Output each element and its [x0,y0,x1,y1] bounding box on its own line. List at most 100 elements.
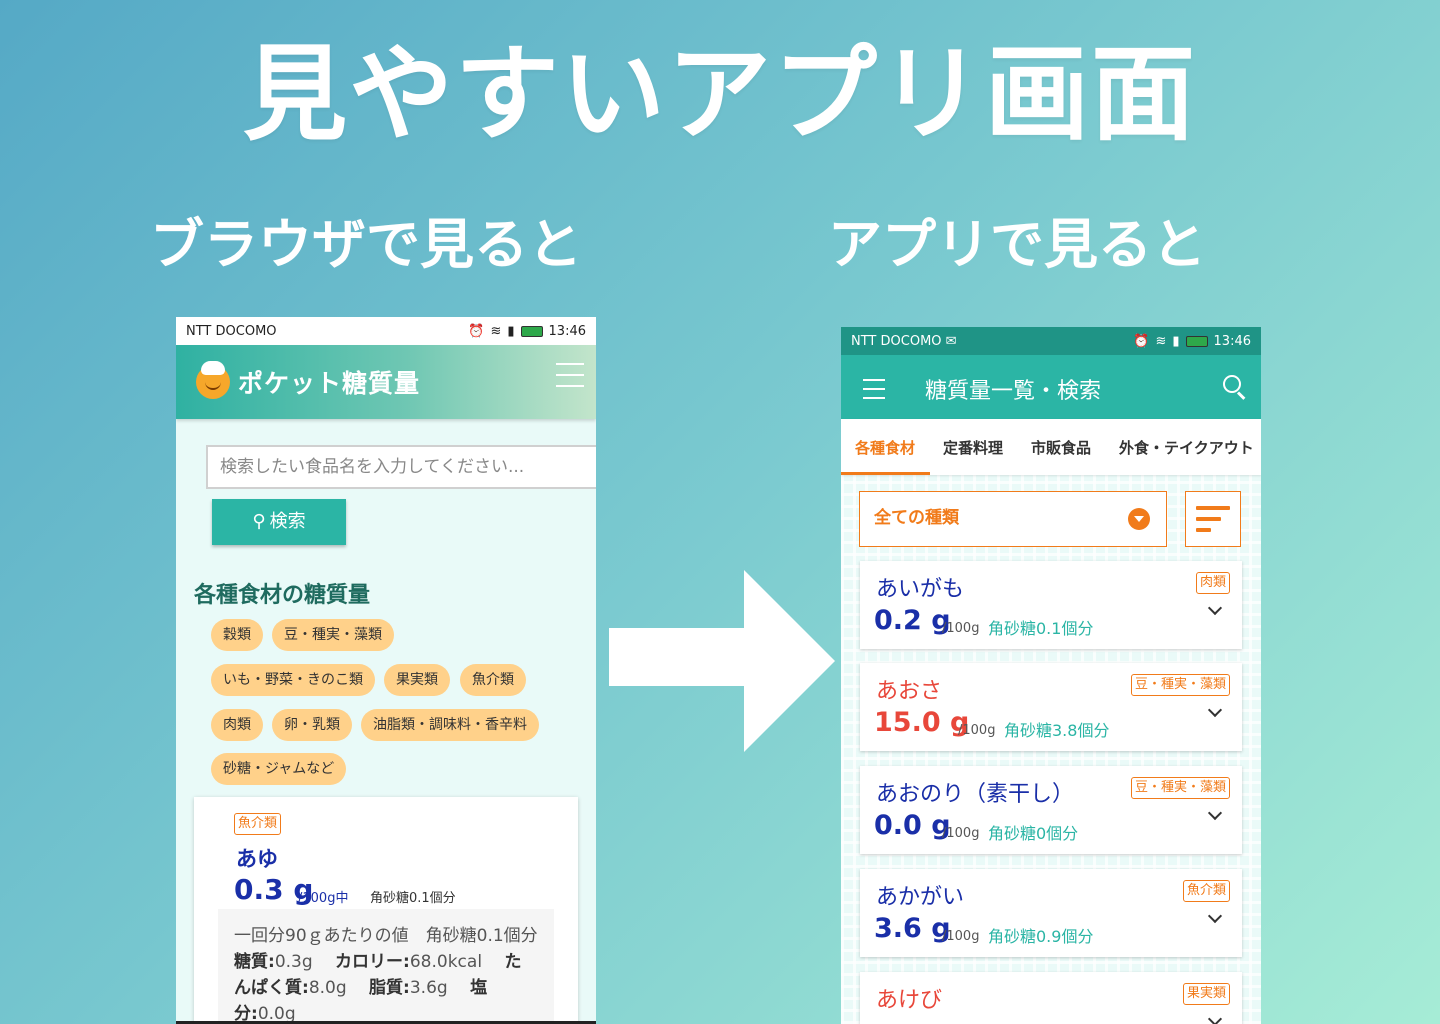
section-title: 各種食材の糖質量 [194,583,371,608]
carb-label: 糖質: [234,952,275,972]
category-tag: 魚介類 [234,813,282,835]
chevron-down-icon[interactable] [1207,702,1223,718]
category-chip[interactable]: いも・野菜・きのこ類 [211,664,375,696]
nutrition-detail: 一回分90ｇあたりの値 角砂糖0.1個分 糖質:0.3g カロリー:68.0kc… [218,909,554,1024]
signal-icon: ▮ [507,323,515,339]
carb-value: 0.2 g [874,605,951,636]
serving-line: 一回分90ｇあたりの値 角砂糖0.1個分 [234,926,538,946]
sugar-cubes: 角砂糖3.8個分 [1004,721,1110,740]
search-input[interactable]: 検索したい食品名を入力してください... [206,445,596,489]
calorie-label: カロリー: [335,952,410,972]
sort-icon [1196,517,1221,521]
search-icon: ⚲ [252,511,266,532]
food-name: あいがも [876,577,965,602]
category-chip[interactable]: 肉類 [211,709,263,741]
food-card[interactable]: あけび 果実類 [860,972,1242,1024]
brand-name[interactable]: ポケット糖質量 [238,364,420,400]
wifi-icon: ≋ [1155,333,1167,349]
carb-value: 3.6 g [874,913,951,944]
chevron-down-icon[interactable] [1207,805,1223,821]
status-bar: NTT DOCOMO ✉ ⏰ ≋ ▮ 13:46 [841,327,1261,355]
menu-icon[interactable] [556,363,584,387]
app-screenshot: NTT DOCOMO ✉ ⏰ ≋ ▮ 13:46 糖質量一覧・検索 各種食材 定… [841,327,1261,1024]
right-caption: アプリで見ると [828,213,1206,276]
carrier-label: NTT DOCOMO [851,333,942,349]
sort-icon [1196,506,1230,510]
left-caption: ブラウザで見ると [150,213,582,276]
search-icon[interactable] [1223,375,1241,393]
sort-button[interactable] [1185,491,1241,547]
nutrition-line: 糖質:0.3g カロリー:68.0kcal たんぱく質:8.0g 脂質:3.6g… [234,949,538,1024]
alarm-icon: ⏰ [468,323,485,339]
wifi-icon: ≋ [490,323,502,339]
search-button[interactable]: ⚲ 検索 [212,499,346,545]
category-chip[interactable]: 油脂類・調味料・香辛料 [361,709,539,741]
menu-icon[interactable] [863,379,885,399]
mail-icon: ✉ [945,333,957,349]
food-name: あかがい [876,885,965,910]
carb-unit: /100g [942,929,980,944]
category-tag: 果実類 [1182,983,1230,1005]
search-button-label: 検索 [269,511,306,532]
status-bar: NTT DOCOMO ⏰ ≋ ▮ 13:46 [176,317,596,345]
food-name: あゆ [236,847,278,871]
browser-screenshot: NTT DOCOMO ⏰ ≋ ▮ 13:46 ポケット糖質量 検索したい食品名を… [176,317,596,1024]
sugar-cubes: 角砂糖0.9個分 [988,927,1094,946]
category-chip[interactable]: 砂糖・ジャムなど [211,753,347,785]
chevron-down-icon[interactable] [1207,600,1223,616]
tab-bar: 各種食材 定番料理 市販食品 外食・テイクアウト [841,419,1261,475]
carb-unit: /100g [958,723,996,738]
category-filter-select[interactable]: 全ての種類 [859,491,1167,547]
food-card[interactable]: あいがも 0.2 g /100g 角砂糖0.1個分 肉類 [860,561,1242,649]
food-name: あけび [876,988,943,1013]
protein-amount: 8.0g [308,978,347,998]
clock: 13:46 [548,323,586,339]
carb-value: 0.0 g [874,810,951,841]
carb-unit: /100g [942,826,980,841]
fat-amount: 3.6g [409,978,448,998]
category-tag: 豆・種実・藻類 [1130,674,1230,696]
category-tag: 魚介類 [1182,880,1230,902]
carb-unit: /100g [942,621,980,636]
category-chip[interactable]: 穀類 [211,619,263,651]
food-name: あおさ [876,679,943,704]
food-card[interactable]: 魚介類 あゆ 0.3 g /100g中 角砂糖0.1個分 一回分90ｇあたりの値… [194,797,578,1024]
dropdown-icon [1128,508,1150,530]
category-chip[interactable]: 豆・種実・藻類 [272,619,394,651]
food-card[interactable]: あかがい 3.6 g /100g 角砂糖0.9個分 魚介類 [860,869,1242,957]
carb-amount: 0.3g [274,952,313,972]
category-chip[interactable]: 卵・乳類 [272,709,352,741]
site-header: ポケット糖質量 [176,345,596,419]
food-card[interactable]: あおのり（素干し） 0.0 g /100g 角砂糖0個分 豆・種実・藻類 [860,766,1242,854]
fat-label: 脂質: [369,978,410,998]
carrier-label: NTT DOCOMO [186,323,277,339]
tab-eating-out[interactable]: 外食・テイクアウト [1105,437,1254,458]
page-title: 糖質量一覧・検索 [925,379,1102,404]
sort-icon [1196,528,1211,532]
tab-indicator [841,472,930,475]
signal-icon: ▮ [1172,333,1180,349]
calorie-amount: 68.0kcal [409,952,483,972]
right-arrow-icon [609,570,835,752]
sugar-cubes: 角砂糖0個分 [988,824,1079,843]
battery-icon [520,325,543,337]
category-chip[interactable]: 果実類 [384,664,450,696]
sugar-cubes: 角砂糖0.1個分 [988,619,1094,638]
category-chip[interactable]: 魚介類 [460,664,526,696]
chevron-down-icon[interactable] [1207,908,1223,924]
tab-ingredients[interactable]: 各種食材 [841,437,915,458]
sugar-cubes: 角砂糖0.1個分 [370,891,456,906]
filter-value: 全ての種類 [874,508,959,528]
food-card[interactable]: あおさ 15.0 g /100g 角砂糖3.8個分 豆・種実・藻類 [860,663,1242,751]
carb-unit: /100g中 [298,891,349,906]
clock: 13:46 [1213,333,1251,349]
battery-icon [1185,335,1208,347]
app-bar: 糖質量一覧・検索 [841,355,1261,419]
carb-value: 15.0 g [874,707,970,738]
food-name: あおのり（素干し） [876,782,1075,807]
alarm-icon: ⏰ [1133,333,1150,349]
tab-retail-foods[interactable]: 市販食品 [1017,437,1091,458]
chevron-down-icon[interactable] [1207,1011,1223,1024]
tab-standard-dishes[interactable]: 定番料理 [929,437,1003,458]
headline: 見やすいアプリ画面 [242,33,1197,155]
